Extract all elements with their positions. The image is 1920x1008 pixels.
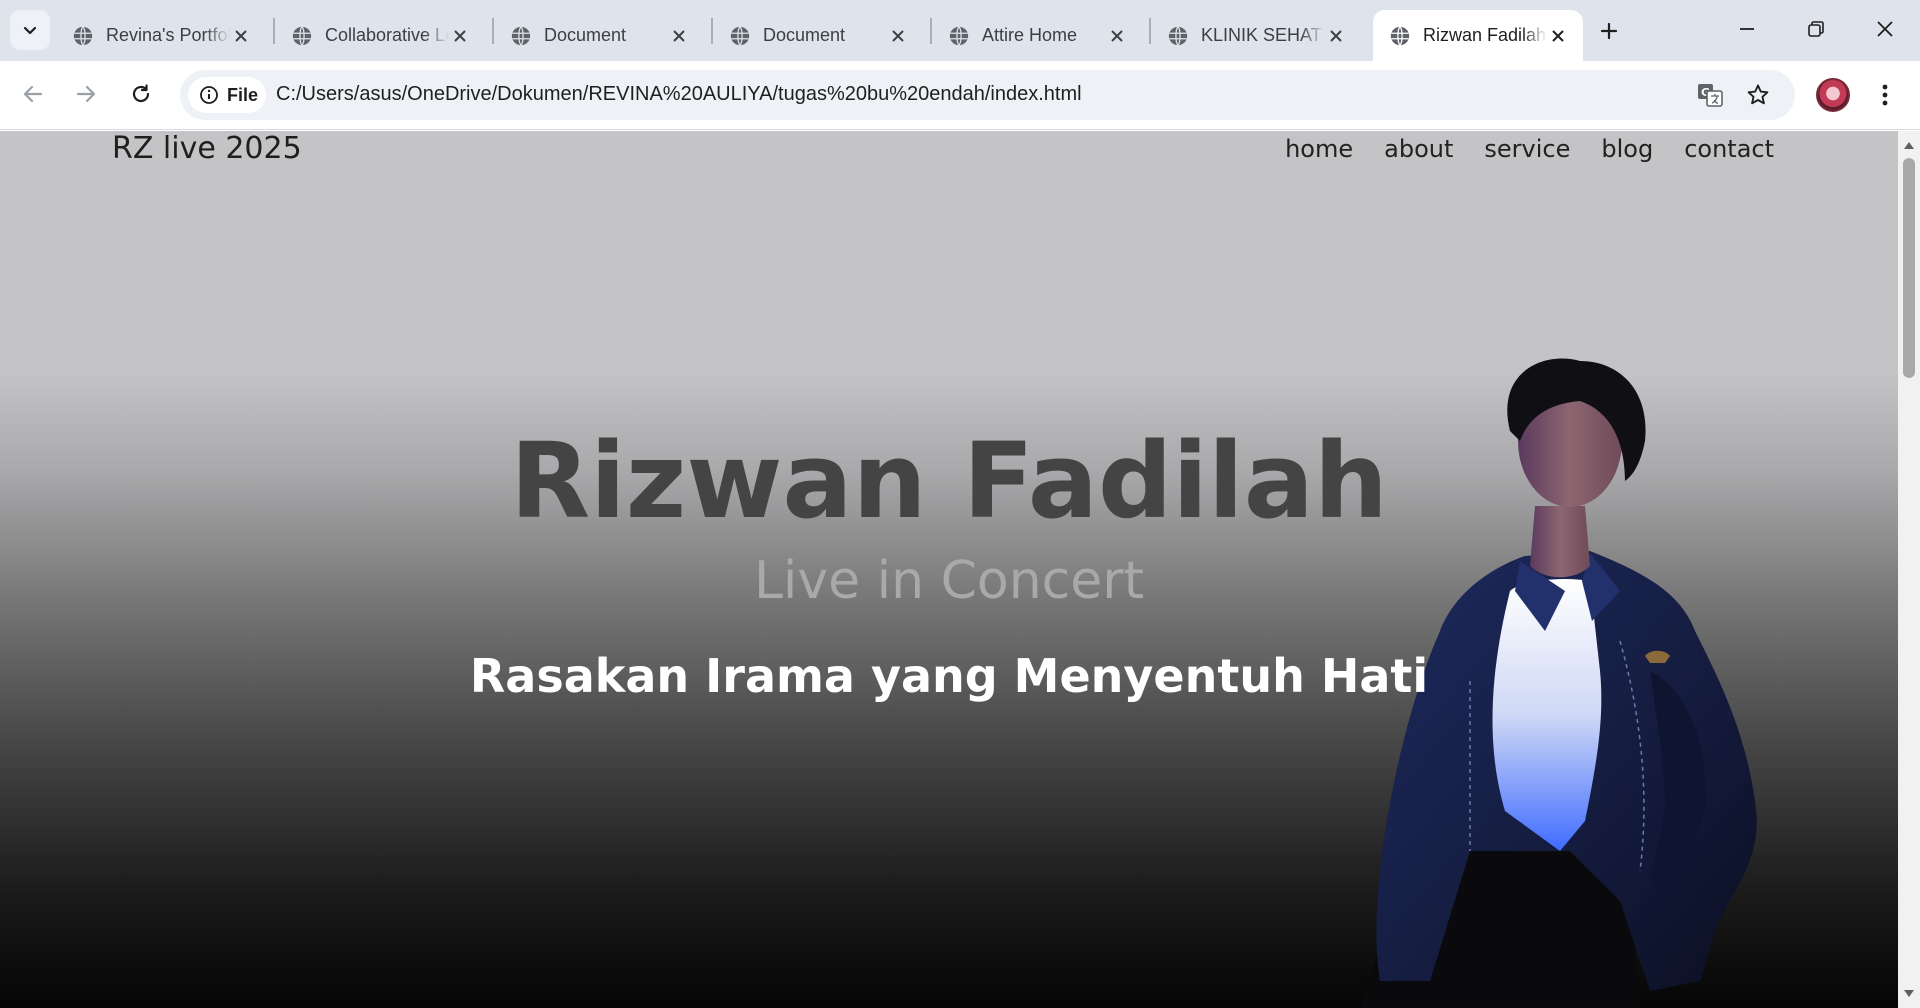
close-icon[interactable]: [887, 25, 909, 47]
close-icon[interactable]: [1547, 25, 1569, 47]
nav-link-blog[interactable]: blog: [1601, 135, 1653, 163]
hero-title: Rizwan Fadilah: [510, 420, 1388, 542]
address-bar[interactable]: File C:/Users/asus/OneDrive/Dokumen/REVI…: [180, 70, 1795, 120]
close-icon[interactable]: [1106, 25, 1128, 47]
minimize-icon: [1740, 28, 1754, 30]
back-button[interactable]: [13, 74, 53, 114]
translate-icon: G: [1698, 84, 1723, 107]
scroll-down-arrow[interactable]: [1903, 988, 1915, 1000]
globe-icon: [1168, 25, 1188, 46]
site-info-chip[interactable]: File: [188, 77, 266, 113]
tab-strip: Revina's Portfolio Collaborative Learnin…: [0, 0, 1920, 61]
globe-icon: [511, 25, 531, 46]
plus-icon: [1600, 22, 1618, 40]
back-arrow-icon: [23, 85, 43, 103]
tab-title: Revina's Portfolio: [106, 25, 230, 45]
site-brand[interactable]: RZ live 2025: [112, 131, 302, 166]
avatar[interactable]: [1816, 78, 1850, 112]
close-window-button[interactable]: [1850, 0, 1920, 58]
page-scrollbar[interactable]: [1898, 131, 1920, 1008]
star-icon: [1747, 84, 1769, 105]
tab-rizwan-fadilah[interactable]: Rizwan Fadilah: [1373, 10, 1583, 61]
hero-tagline: Rasakan Irama yang Menyentuh Hati: [469, 649, 1429, 703]
globe-icon: [1390, 25, 1410, 46]
globe-icon: [730, 25, 750, 46]
tab-collaborative[interactable]: Collaborative Learning: [275, 10, 485, 61]
scroll-thumb[interactable]: [1903, 158, 1915, 378]
tab-revinas-portfolio[interactable]: Revina's Portfolio: [56, 10, 266, 61]
kebab-menu-icon: [1882, 84, 1888, 106]
restore-button[interactable]: [1781, 0, 1851, 58]
url-text[interactable]: C:/Users/asus/OneDrive/Dokumen/REVINA%20…: [276, 83, 1082, 106]
close-icon[interactable]: [668, 25, 690, 47]
tab-title: KLINIK SEHAT: [1201, 25, 1322, 45]
globe-icon: [949, 25, 969, 46]
tab-document-2[interactable]: Document: [713, 10, 923, 61]
chevron-down-icon: [23, 26, 37, 35]
hero-subtitle: Live in Concert: [753, 551, 1145, 611]
nav-link-home[interactable]: home: [1285, 135, 1353, 163]
tab-search-button[interactable]: [10, 10, 50, 50]
reload-icon: [132, 84, 150, 103]
globe-icon: [73, 25, 93, 46]
tab-document-1[interactable]: Document: [494, 10, 704, 61]
globe-icon: [292, 25, 312, 46]
scroll-up-arrow[interactable]: [1903, 139, 1915, 151]
close-icon[interactable]: [449, 25, 471, 47]
nav-link-about[interactable]: about: [1384, 135, 1453, 163]
site-nav: home about service blog contact: [1285, 135, 1774, 163]
close-icon: [1877, 21, 1893, 37]
browser-toolbar: File C:/Users/asus/OneDrive/Dokumen/REVI…: [0, 61, 1920, 130]
restore-icon: [1808, 21, 1824, 37]
tab-klinik-sehat[interactable]: KLINIK SEHAT: [1151, 10, 1361, 61]
tab-attire-home[interactable]: Attire Home: [932, 10, 1142, 61]
close-icon[interactable]: [230, 25, 252, 47]
forward-arrow-icon: [76, 85, 96, 103]
tab-title: Collaborative Learning: [325, 25, 449, 45]
tab-title: Document: [544, 25, 627, 45]
page-viewport: RZ live 2025 home about service blog con…: [0, 131, 1898, 1008]
tab-title: Rizwan Fadilah: [1423, 25, 1547, 45]
browser-menu-button[interactable]: [1868, 78, 1902, 112]
close-icon[interactable]: [1325, 25, 1347, 47]
minimize-button[interactable]: [1712, 0, 1782, 58]
translate-button[interactable]: G: [1695, 80, 1725, 110]
nav-link-service[interactable]: service: [1484, 135, 1570, 163]
site-info-label: File: [227, 84, 259, 105]
new-tab-button[interactable]: [1592, 14, 1626, 48]
tab-title: Document: [763, 25, 846, 45]
info-icon: [200, 86, 218, 104]
forward-button[interactable]: [66, 74, 106, 114]
nav-link-contact[interactable]: contact: [1684, 135, 1774, 163]
tab-title: Attire Home: [982, 25, 1078, 45]
reload-button[interactable]: [121, 74, 161, 114]
bookmark-button[interactable]: [1743, 80, 1773, 110]
